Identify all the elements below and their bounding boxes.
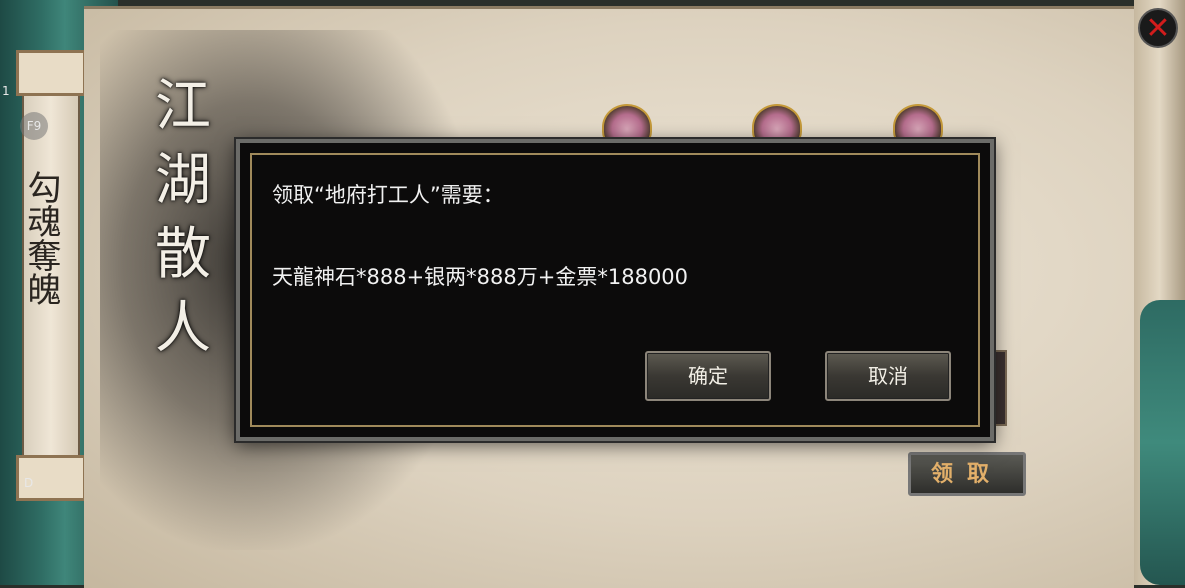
scroll-cap-top (16, 50, 86, 96)
cancel-button[interactable]: 取消 (825, 351, 951, 401)
side-label-d: D (24, 476, 34, 490)
side-label-1: 1 (2, 84, 10, 98)
hotkey-f9-label[interactable]: F9 (20, 112, 48, 140)
claim-button[interactable]: 领取 (908, 452, 1026, 496)
calligraphy-title: 江湖散人 (155, 74, 211, 361)
dialog-cost-text: 天龍神石*888+银两*888万+金票*188000 (272, 265, 689, 289)
confirm-button[interactable]: 确定 (645, 351, 771, 401)
scroll-vertical-title: 勾魂奪魄 (21, 170, 61, 306)
confirm-dialog: 领取“地府打工人”需要： 天龍神石*888+银两*888万+金票*188000 … (236, 139, 994, 441)
dialog-title: 领取“地府打工人”需要： (272, 183, 504, 207)
close-button[interactable]: ✕ (1138, 8, 1178, 48)
close-icon: ✕ (1145, 11, 1171, 46)
right-tassel-decoration (1140, 300, 1185, 585)
